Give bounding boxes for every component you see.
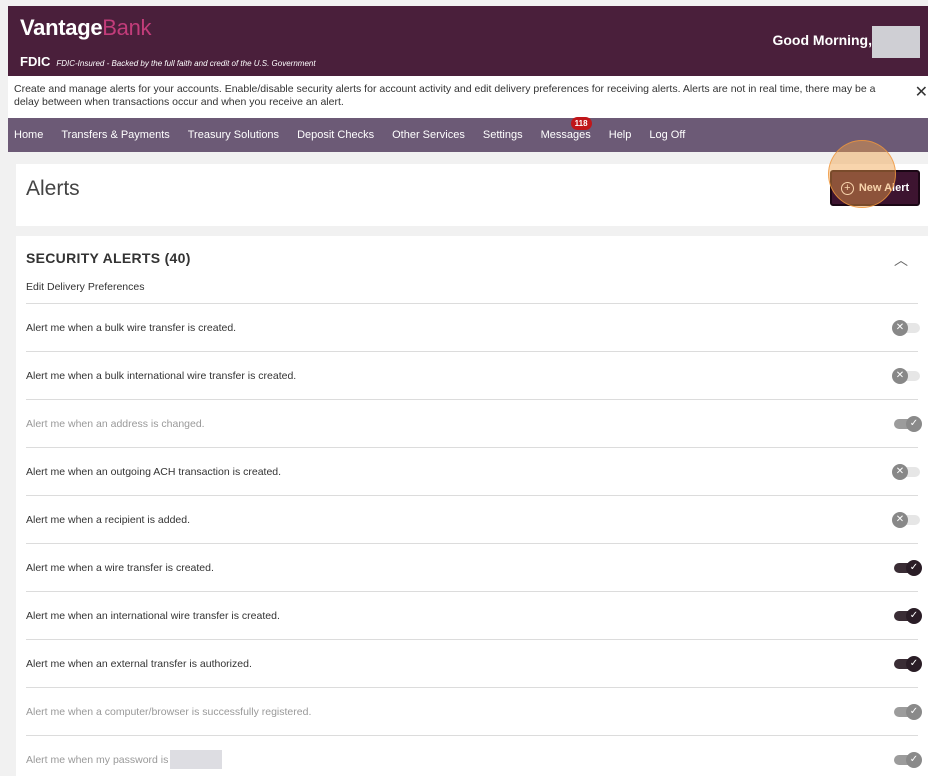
alert-row: Alert me when a bulk wire transfer is cr… (26, 303, 920, 351)
section-title: SECURITY ALERTS (40) (26, 250, 191, 266)
alert-label: Alert me when my password is (26, 750, 223, 769)
alert-row: Alert me when an external transfer is au… (26, 639, 922, 687)
nav-label: Deposit Checks (297, 129, 375, 141)
alert-toggle[interactable]: ✓ (894, 751, 922, 768)
alert-label: Alert me when a bulk wire transfer is cr… (26, 321, 237, 334)
alert-toggle[interactable]: ✕ (892, 319, 920, 336)
user-name-redacted (872, 26, 920, 58)
nav-label: Other Services (392, 129, 465, 141)
bank-logo[interactable]: VantageBank (20, 15, 152, 41)
alert-label: Alert me when an address is changed. (26, 417, 205, 430)
nav-item-settings[interactable]: Settings (483, 129, 523, 141)
nav-item-transfers-payments[interactable]: Transfers & Payments (61, 129, 169, 141)
check-icon: ✓ (906, 607, 922, 624)
alert-label: Alert me when a bulk international wire … (26, 369, 297, 382)
nav-item-treasury-solutions[interactable]: Treasury Solutions (188, 129, 279, 141)
check-icon: ✓ (906, 751, 922, 768)
alert-list: Alert me when a bulk wire transfer is cr… (26, 303, 922, 776)
alert-toggle[interactable]: ✕ (892, 511, 920, 528)
alert-label: Alert me when a recipient is added. (26, 513, 191, 526)
alert-row: Alert me when a wire transfer is created… (26, 543, 922, 591)
close-icon[interactable]: ✕ (915, 85, 928, 101)
click-highlight (828, 140, 896, 208)
alert-toggle[interactable]: ✓ (894, 703, 922, 720)
nav-item-messages[interactable]: Messages 118 (540, 117, 592, 141)
alert-row: Alert me when a computer/browser is succ… (26, 687, 922, 735)
message-count-badge: 118 (570, 117, 592, 130)
nav-label: Transfers & Payments (61, 129, 170, 141)
nav-label: Messages (540, 129, 591, 141)
greeting: Good Morning, (772, 32, 872, 48)
alert-label: Alert me when an international wire tran… (26, 609, 280, 622)
check-icon: ✓ (906, 415, 922, 432)
alert-toggle[interactable]: ✓ (894, 559, 922, 576)
alert-toggle[interactable]: ✕ (892, 463, 920, 480)
chevron-up-icon[interactable]: ︿ (894, 250, 908, 270)
notice-text: Create and manage alerts for your accoun… (14, 83, 876, 108)
info-notice: Create and manage alerts for your accoun… (8, 76, 928, 118)
alerts-header-card: Alerts + New Alert (16, 164, 928, 226)
nav-label: Settings (482, 129, 523, 141)
alert-row: Alert me when a recipient is added. ✕ (26, 495, 920, 543)
alert-row: Alert me when an address is changed. ✓ (26, 399, 922, 447)
page-title: Alerts (26, 177, 80, 200)
alert-label: Alert me when a computer/browser is succ… (26, 705, 312, 718)
redacted-text (170, 750, 223, 769)
security-alerts-section: SECURITY ALERTS (40) ︿ Edit Delivery Pre… (16, 236, 928, 776)
nav-item-deposit-checks[interactable]: Deposit Checks (297, 129, 374, 141)
check-icon: ✓ (906, 655, 922, 672)
nav-item-help[interactable]: Help (609, 129, 632, 141)
edit-delivery-preferences-link[interactable]: Edit Delivery Preferences (26, 281, 144, 293)
nav-item-home[interactable]: Home (14, 129, 43, 141)
fdic-mark: FDIC (20, 54, 51, 69)
check-icon: ✓ (906, 559, 922, 576)
x-icon: ✕ (892, 319, 908, 336)
alert-label: Alert me when a wire transfer is created… (26, 561, 214, 574)
x-icon: ✕ (892, 463, 908, 480)
nav-label: Log Off (649, 129, 686, 141)
nav-label: Treasury Solutions (187, 129, 280, 141)
alert-label: Alert me when an outgoing ACH transactio… (26, 465, 282, 478)
alert-label: Alert me when an external transfer is au… (26, 657, 252, 670)
alert-toggle[interactable]: ✓ (894, 415, 922, 432)
main-nav: Home Transfers & Payments Treasury Solutio… (8, 117, 928, 152)
alert-row: Alert me when my password is ✓ (26, 735, 922, 776)
nav-item-log-off[interactable]: Log Off (649, 129, 685, 141)
alert-row: Alert me when an international wire tran… (26, 591, 922, 639)
nav-label: Home (14, 129, 44, 141)
alert-toggle[interactable]: ✓ (894, 655, 922, 672)
alert-toggle[interactable]: ✓ (894, 607, 922, 624)
header-bar: VantageBank FDIC FDIC-Insured - Backed by… (8, 6, 928, 76)
alert-toggle[interactable]: ✕ (892, 367, 920, 384)
fdic-notice: FDIC FDIC-Insured - Backed by the full fa… (20, 54, 316, 69)
nav-label: Help (608, 129, 632, 141)
x-icon: ✕ (892, 367, 908, 384)
fdic-text: FDIC-Insured - Backed by the full faith … (56, 59, 316, 68)
nav-item-other-services[interactable]: Other Services (392, 129, 465, 141)
alert-row: Alert me when a bulk international wire … (26, 351, 920, 399)
check-icon: ✓ (906, 703, 922, 720)
x-icon: ✕ (892, 511, 908, 528)
alert-row: Alert me when an outgoing ACH transactio… (26, 447, 920, 495)
